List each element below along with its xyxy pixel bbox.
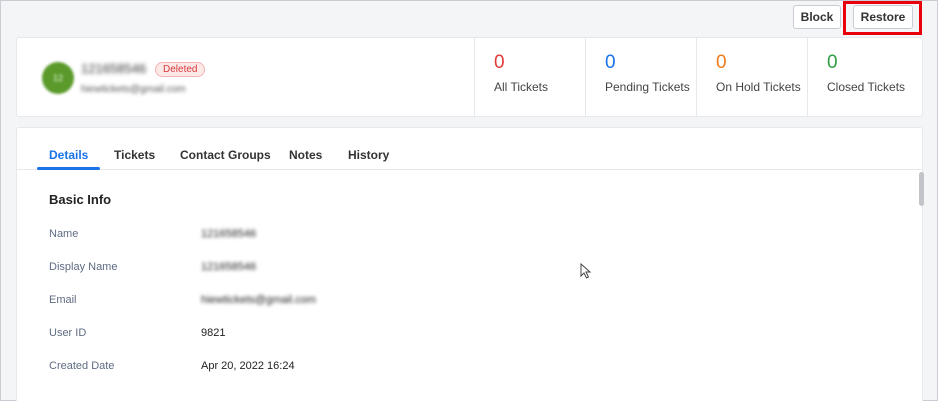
field-label-created-date: Created Date: [49, 360, 115, 372]
tab-contact-groups[interactable]: Contact Groups: [180, 148, 271, 162]
stat-value: 0: [716, 52, 727, 73]
active-tab-indicator: [37, 167, 100, 170]
field-value-name: 121658546: [201, 228, 257, 240]
tab-details[interactable]: Details: [49, 148, 88, 162]
section-title-basic-info: Basic Info: [49, 192, 112, 207]
stat-pending-tickets[interactable]: 0 Pending Tickets: [585, 38, 696, 116]
field-label-name: Name: [49, 228, 79, 240]
tab-history[interactable]: History: [348, 148, 389, 162]
contact-email: hiewtickets@gmail.com: [81, 84, 186, 95]
stat-value: 0: [494, 52, 505, 73]
tab-tickets[interactable]: Tickets: [114, 148, 155, 162]
tab-notes[interactable]: Notes: [289, 148, 322, 162]
tab-bar: Details Tickets Contact Groups Notes His…: [17, 128, 922, 170]
stat-all-tickets[interactable]: 0 All Tickets: [474, 38, 585, 116]
stat-label: Closed Tickets: [827, 80, 906, 94]
stat-label: On Hold Tickets: [716, 80, 801, 94]
block-button[interactable]: Block: [793, 5, 841, 29]
field-value-created-date: Apr 20, 2022 16:24: [201, 360, 295, 372]
stat-closed-tickets[interactable]: 0 Closed Tickets: [807, 38, 918, 116]
field-value-user-id: 9821: [201, 327, 226, 339]
restore-button[interactable]: Restore: [853, 5, 913, 29]
stat-label: Pending Tickets: [605, 80, 690, 94]
stat-on-hold-tickets[interactable]: 0 On Hold Tickets: [696, 38, 807, 116]
stat-value: 0: [827, 52, 838, 73]
field-value-email: hiewtickets@gmail.com: [201, 294, 317, 306]
mouse-cursor-icon: [580, 263, 592, 279]
contact-name: 121658546: [81, 61, 147, 76]
stat-value: 0: [605, 52, 616, 73]
status-badge: Deleted: [155, 62, 206, 77]
contact-header-card: 12 121658546 Deleted hiewtickets@gmail.c…: [16, 37, 923, 117]
field-label-display-name: Display Name: [49, 261, 118, 273]
avatar: 12: [42, 62, 74, 94]
field-label-user-id: User ID: [49, 327, 87, 339]
field-value-display-name: 121658546: [201, 261, 257, 273]
field-label-email: Email: [49, 294, 77, 306]
vertical-scrollbar[interactable]: [919, 172, 924, 206]
stat-label: All Tickets: [494, 80, 549, 94]
details-card: Details Tickets Contact Groups Notes His…: [16, 127, 924, 401]
